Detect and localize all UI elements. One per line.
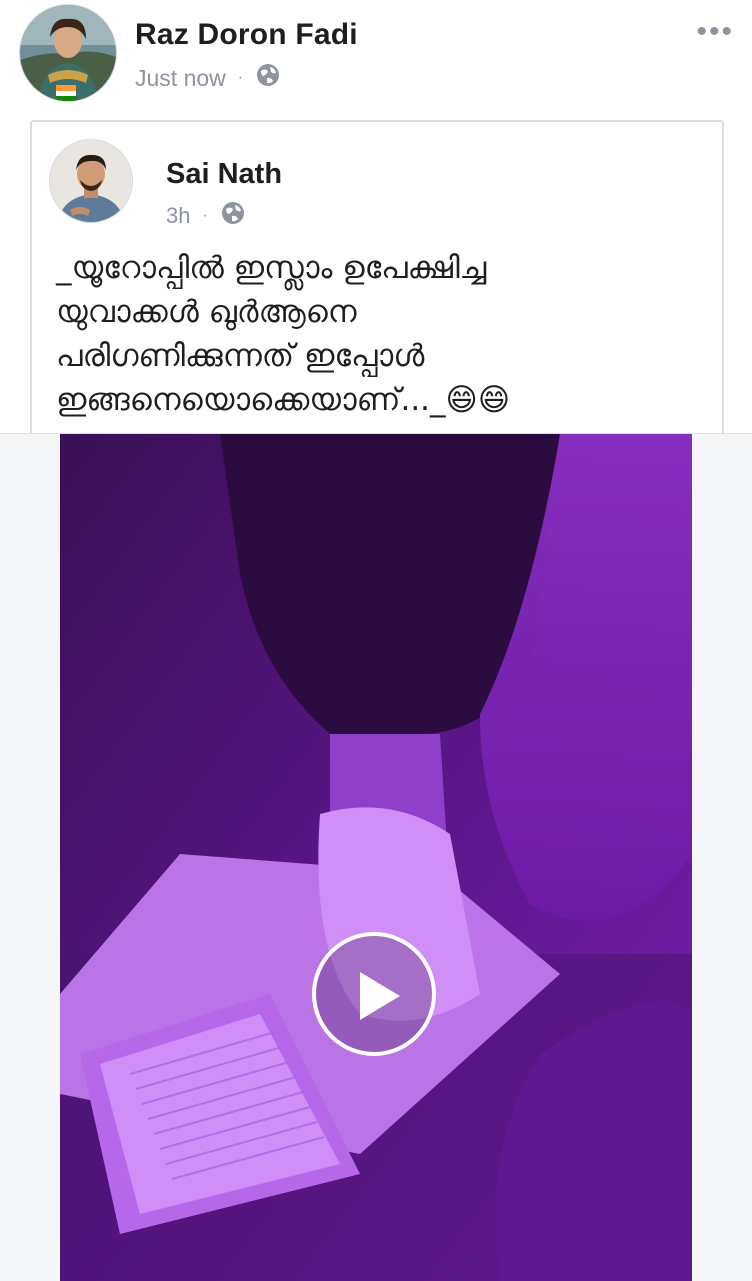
post-text-line: പരിഗണിക്കുന്നത് ഇപ്പോൾ [56, 338, 425, 374]
author-name[interactable]: Raz Doron Fadi [135, 18, 358, 52]
post-text-line: _യൂറോപ്പിൽ ഇസ്ലാം ഉപേക്ഷിച്ച [56, 250, 487, 286]
play-button[interactable] [312, 932, 436, 1056]
author-avatar[interactable] [20, 5, 116, 101]
post-timestamp[interactable]: Just now [135, 65, 226, 92]
media-container [0, 433, 752, 1281]
shared-post-meta: 3h · [166, 200, 246, 232]
shared-author-avatar[interactable] [50, 140, 132, 222]
more-options-icon[interactable]: ••• [696, 17, 734, 47]
shared-post-timestamp[interactable]: 3h [166, 203, 190, 229]
meta-separator: · [237, 69, 244, 86]
shared-author-name[interactable]: Sai Nath [166, 158, 282, 191]
post-meta: Just now · [135, 62, 281, 94]
video-frame [60, 434, 692, 1281]
play-icon [360, 972, 400, 1020]
shared-post-card[interactable]: Sai Nath 3h · _യൂറോപ്പിൽ ഇസ്ലാം ഉപേക്ഷിച… [30, 120, 724, 484]
post-text-line: ഇങ്ങനെയൊക്കെയാണ്..._😄😄 [56, 382, 511, 418]
post-text-line: യുവാക്കൾ ഖുർആനെ [56, 294, 357, 330]
meta-separator: · [202, 207, 208, 224]
globe-icon [220, 200, 246, 232]
video-player[interactable] [60, 434, 692, 1281]
globe-icon [255, 62, 281, 94]
shared-post-text: _യൂറോപ്പിൽ ഇസ്ലാം ഉപേക്ഷിച്ച യുവാക്കൾ ഖു… [56, 246, 696, 422]
